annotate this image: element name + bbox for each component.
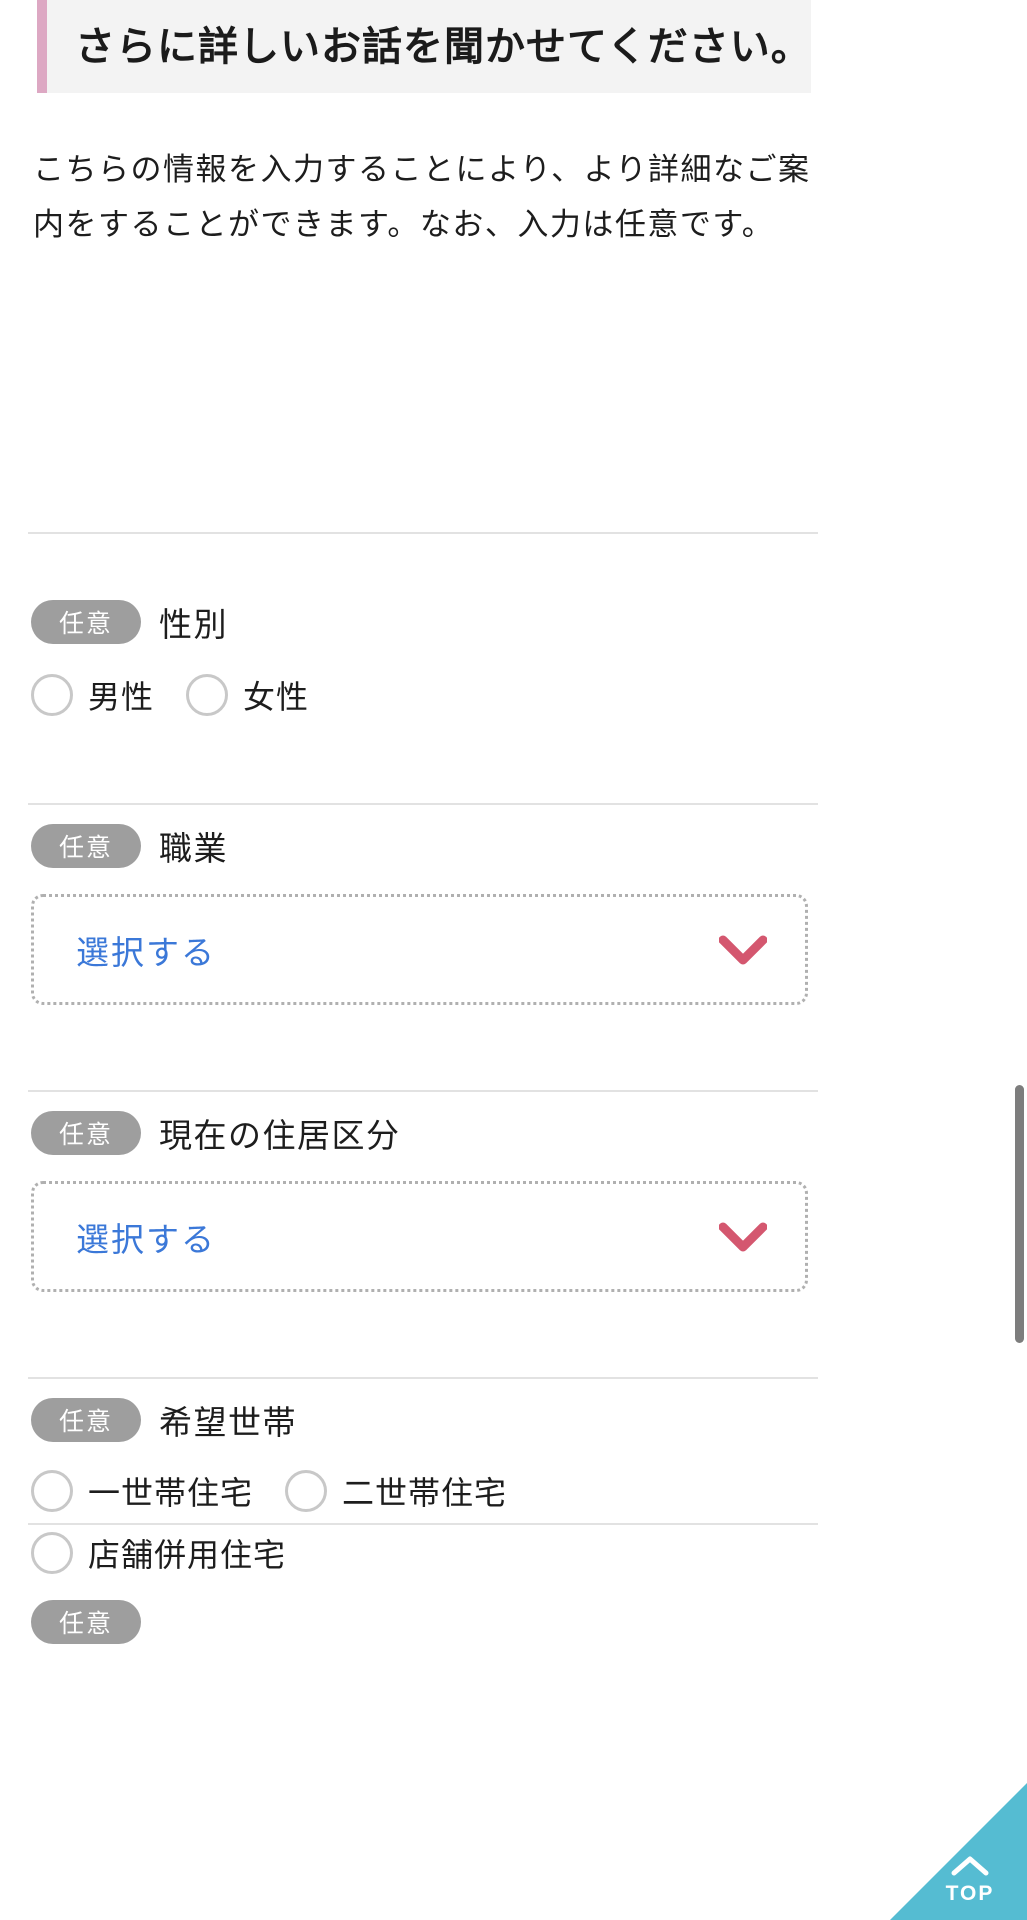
radio-circle-icon[interactable] [285,1470,328,1512]
field-occupation-label-row: 任意 職業 [31,824,808,868]
radio-group-gender: 男性 女性 [31,664,341,726]
field-gender: 任意 性別 男性 女性 [31,600,341,726]
select-occupation-value: 選択する [76,933,216,971]
heading-accent-bar [37,0,47,93]
form-page: さらに詳しいお話を聞かせてください。 こちらの情報を入力することにより、より詳細… [0,0,1027,1920]
badge-optional: 任意 [31,1398,141,1442]
field-household: 任意 希望世帯 一世帯住宅 二世帯住宅 店舗併用住宅 [31,1398,691,1584]
radio-circle-icon[interactable] [31,674,73,716]
radio-group-household: 一世帯住宅 二世帯住宅 店舗併用住宅 [31,1460,691,1584]
badge-optional: 任意 [31,1600,141,1644]
radio-option-shop-combined[interactable]: 店舗併用住宅 [31,1522,286,1584]
radio-label-single-household: 一世帯住宅 [88,1475,254,1511]
scrollbar-thumb[interactable] [1015,1085,1024,1343]
select-residence-value: 選択する [76,1220,216,1258]
badge-optional: 任意 [31,824,141,868]
scrollbar[interactable] [1013,0,1027,1920]
field-next-label-row: 任意 [31,1600,141,1644]
page-top-button[interactable]: TOP [890,1783,1027,1920]
radio-option-two-household[interactable]: 二世帯住宅 [285,1460,507,1522]
field-residence-label-row: 任意 現在の住居区分 [31,1111,808,1155]
radio-option-female[interactable]: 女性 [186,664,309,726]
divider-3 [28,1090,818,1092]
select-occupation[interactable]: 選択する [31,894,808,1005]
radio-label-male: 男性 [88,679,155,715]
badge-optional: 任意 [31,1111,141,1155]
divider-2 [28,803,818,805]
radio-label-two-household: 二世帯住宅 [342,1475,508,1511]
radio-circle-icon[interactable] [186,674,229,716]
radio-option-single-household[interactable]: 一世帯住宅 [31,1460,253,1522]
radio-circle-icon[interactable] [31,1532,73,1574]
divider-1 [28,532,818,534]
page-top-content: TOP [927,1854,1013,1906]
lead-paragraph: こちらの情報を入力することにより、より詳細なご案内をすることができます。なお、入… [33,152,811,242]
radio-circle-icon[interactable] [31,1470,73,1512]
page-top-label: TOP [945,1882,995,1905]
field-gender-label-row: 任意 性別 [31,600,341,644]
field-residence-type: 任意 現在の住居区分 選択する [31,1111,808,1292]
divider-4 [28,1377,818,1379]
field-household-label-row: 任意 希望世帯 [31,1398,691,1442]
section-heading: さらに詳しいお話を聞かせてください。 [37,0,811,93]
chevron-up-icon [927,1854,1013,1880]
field-household-label: 希望世帯 [159,1404,297,1441]
field-residence-label: 現在の住居区分 [159,1117,401,1154]
field-occupation: 任意 職業 選択する [31,824,808,1005]
chevron-down-icon[interactable] [719,935,767,965]
badge-optional: 任意 [31,600,141,644]
field-gender-label: 性別 [159,606,228,643]
chevron-down-icon[interactable] [719,1222,767,1252]
field-occupation-label: 職業 [159,830,228,867]
field-next-partial: 任意 [31,1600,141,1644]
radio-label-shop-combined: 店舗併用住宅 [88,1537,287,1573]
radio-label-female: 女性 [243,679,310,715]
radio-option-male[interactable]: 男性 [31,664,154,726]
divider-5 [28,1523,818,1525]
page-title: さらに詳しいお話を聞かせてください。 [75,24,812,69]
select-residence-type[interactable]: 選択する [31,1181,808,1292]
